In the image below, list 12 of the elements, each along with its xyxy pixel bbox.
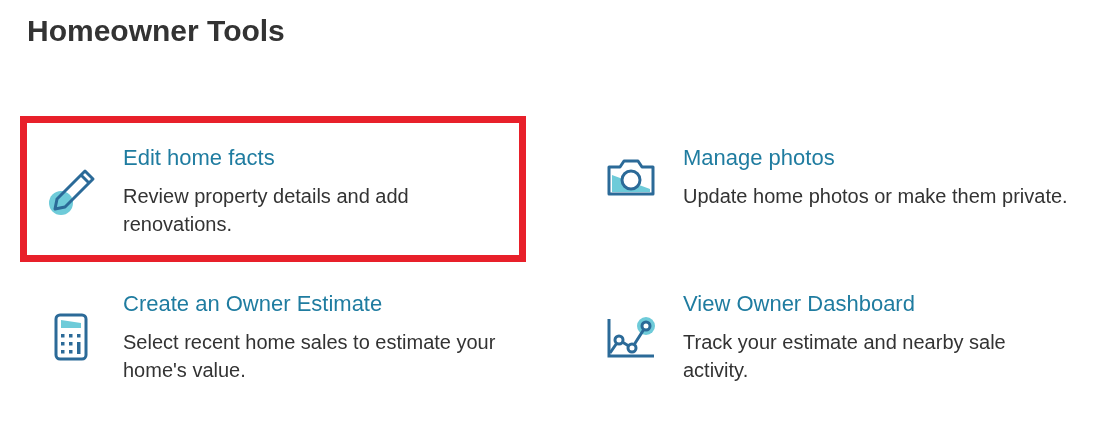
page-heading: Homeowner Tools (27, 13, 286, 49)
tool-link[interactable]: View Owner Dashboard (683, 290, 915, 318)
calculator-icon (54, 313, 88, 361)
tool-description: Track your estimate and nearby sale activity. (683, 330, 1007, 383)
camera-icon (606, 157, 656, 197)
line-chart-icon (606, 315, 656, 359)
tool-link[interactable]: Manage photos (683, 144, 835, 172)
tool-link[interactable]: Create an Owner Estimate (123, 290, 383, 318)
tool-link[interactable]: Edit home facts (123, 144, 275, 172)
tool-description: Update home photos or make them private. (683, 184, 1068, 209)
tool-description: Select recent home sales to estimate your home's value. (123, 330, 497, 383)
tool-description: Review property details and add renovations. (123, 184, 410, 237)
